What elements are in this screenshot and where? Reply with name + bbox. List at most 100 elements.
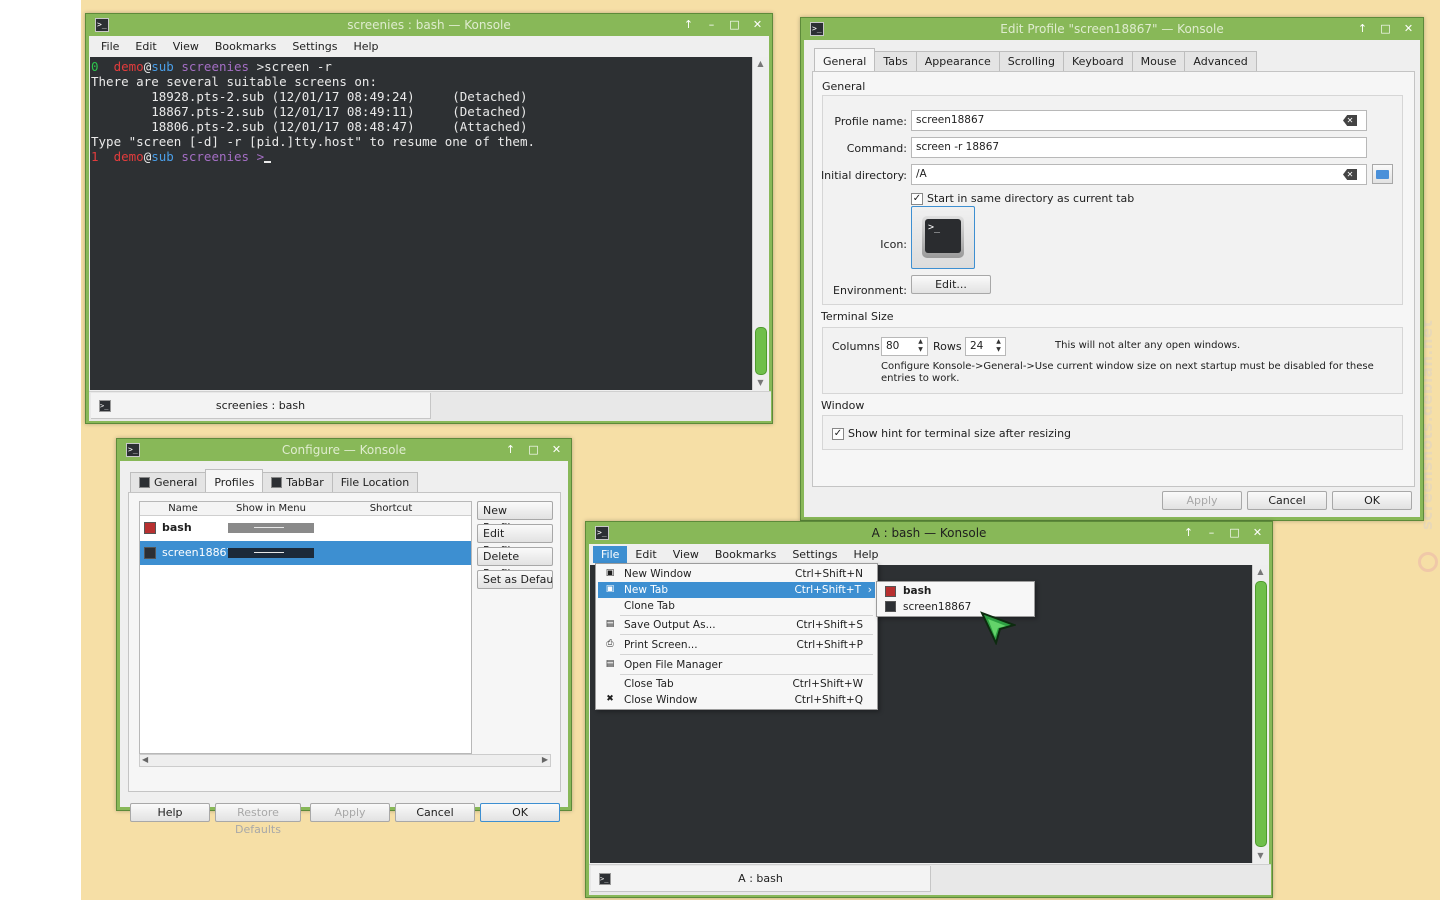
close-button[interactable]: ✕ <box>1400 21 1417 37</box>
menu-file[interactable]: File <box>593 545 628 563</box>
ok-button[interactable]: OK <box>480 803 560 822</box>
menu-bookmarks[interactable]: Bookmarks <box>707 546 784 563</box>
konsole-app-icon[interactable]: >_ <box>95 18 109 32</box>
minimize-button[interactable]: – <box>703 17 720 33</box>
konsole-app-icon[interactable]: >_ <box>810 22 824 36</box>
close-button[interactable]: ✕ <box>548 442 565 458</box>
restore-defaults-button[interactable]: Restore Defaults <box>215 803 301 836</box>
columns-spinbox[interactable]: 80 ▲ ▼ <box>881 337 928 356</box>
menu-item-clone-tab[interactable]: Clone Tab <box>598 598 875 614</box>
close-button[interactable]: ✕ <box>1249 525 1266 541</box>
environment-edit-button[interactable]: Edit... <box>911 275 991 294</box>
menu-edit[interactable]: Edit <box>127 38 164 55</box>
tab-profiles[interactable]: Profiles <box>205 469 264 492</box>
menu-help[interactable]: Help <box>345 38 386 55</box>
maximize-button[interactable]: □ <box>525 442 542 458</box>
menu-file[interactable]: File <box>93 38 127 55</box>
scroll-thumb[interactable] <box>755 327 767 375</box>
keep-above-button[interactable]: ↑ <box>1180 525 1197 541</box>
terminal-view[interactable]: 0 demo@sub screenies >screen -r There are… <box>90 57 752 390</box>
ok-button[interactable]: OK <box>1332 491 1412 510</box>
tab-general[interactable]: General <box>814 48 876 71</box>
maximize-button[interactable]: □ <box>726 17 743 33</box>
rows-spinbox[interactable]: 24 ▲ ▼ <box>965 337 1006 356</box>
set-default-button[interactable]: Set as Default <box>477 570 553 589</box>
submenu-item-bash[interactable]: bash <box>879 583 1032 599</box>
tab-advanced[interactable]: Advanced <box>1184 51 1257 71</box>
menu-settings[interactable]: Settings <box>284 38 345 55</box>
command-input[interactable]: screen -r 18867 <box>911 137 1367 158</box>
menu-edit[interactable]: Edit <box>627 546 664 563</box>
titlebar[interactable]: >_ A : bash — Konsole ↑ – □ ✕ <box>586 522 1272 544</box>
vertical-scrollbar[interactable]: ▲ ▼ <box>1252 565 1268 863</box>
scroll-down-arrow-icon[interactable]: ▼ <box>1253 849 1268 863</box>
titlebar[interactable]: >_ Configure — Konsole ↑ □ ✕ <box>117 439 571 461</box>
minimize-button[interactable]: – <box>1203 525 1220 541</box>
menu-item-close-tab[interactable]: Close Tab Ctrl+Shift+W <box>598 676 875 692</box>
tab-appearance[interactable]: Appearance <box>915 51 1000 71</box>
scroll-right-arrow-icon[interactable]: ▶ <box>542 755 548 764</box>
delete-profile-button[interactable]: Delete Profile <box>477 547 553 580</box>
tab-file-location[interactable]: File Location <box>331 472 419 492</box>
menu-view[interactable]: View <box>665 546 707 563</box>
tab-keyboard[interactable]: Keyboard <box>1062 51 1133 71</box>
browse-folder-button[interactable] <box>1372 164 1393 184</box>
profile-row-bash[interactable]: bash <box>140 516 471 540</box>
show-in-menu-toggle[interactable] <box>228 548 314 558</box>
menu-item-save-output[interactable]: ▤ Save Output As... Ctrl+Shift+S <box>598 617 875 633</box>
titlebar[interactable]: >_ Edit Profile "screen18867" — Konsole … <box>801 18 1423 40</box>
titlebar[interactable]: >_ screenies : bash — Konsole ↑ – □ ✕ <box>86 14 772 36</box>
konsole-app-icon[interactable]: >_ <box>126 443 140 457</box>
menu-item-close-window[interactable]: ✖ Close Window Ctrl+Shift+Q <box>598 692 875 708</box>
menu-item-new-window[interactable]: ▣ New Window Ctrl+Shift+N <box>598 566 875 582</box>
same-dir-checkbox[interactable]: ✓ <box>911 193 923 205</box>
profile-list[interactable]: Name Show in Menu Shortcut bash screen18… <box>139 501 472 754</box>
column-shortcut[interactable]: Shortcut <box>316 503 466 514</box>
help-button[interactable]: Help <box>130 803 210 822</box>
profile-name-input[interactable]: screen18867 <box>911 110 1367 131</box>
scroll-thumb[interactable] <box>1255 581 1267 847</box>
keep-above-button[interactable]: ↑ <box>502 442 519 458</box>
tab-general[interactable]: General <box>130 472 207 492</box>
scroll-left-arrow-icon[interactable]: ◀ <box>142 755 148 764</box>
menu-help[interactable]: Help <box>845 546 886 563</box>
close-button[interactable]: ✕ <box>749 17 766 33</box>
scroll-down-arrow-icon[interactable]: ▼ <box>753 376 768 390</box>
menu-item-print-screen[interactable]: ⎙ Print Screen... Ctrl+Shift+P <box>598 637 875 653</box>
menu-item-open-file-manager[interactable]: ▤ Open File Manager <box>598 657 875 673</box>
apply-button[interactable]: Apply <box>1162 491 1242 510</box>
scroll-up-arrow-icon[interactable]: ▲ <box>1253 565 1268 579</box>
menu-bookmarks[interactable]: Bookmarks <box>207 38 284 55</box>
show-in-menu-toggle[interactable] <box>228 523 314 533</box>
cancel-button[interactable]: Cancel <box>395 803 475 822</box>
initial-directory-input[interactable]: /A <box>911 164 1367 185</box>
vertical-scrollbar[interactable]: ▲ ▼ <box>752 57 768 390</box>
maximize-button[interactable]: □ <box>1377 21 1394 37</box>
icon-picker-button[interactable]: >_ <box>911 206 975 269</box>
session-tab[interactable]: >_ screenies : bash <box>91 393 431 419</box>
scroll-up-arrow-icon[interactable]: ▲ <box>753 57 768 71</box>
keep-above-button[interactable]: ↑ <box>680 17 697 33</box>
profile-row-screen18867[interactable]: screen18867 <box>140 541 471 565</box>
new-profile-button[interactable]: New Profile... <box>477 501 553 534</box>
column-show-in-menu[interactable]: Show in Menu <box>226 503 316 514</box>
session-tab[interactable]: >_ A : bash <box>591 866 931 892</box>
column-name[interactable]: Name <box>140 503 226 514</box>
konsole-app-icon[interactable]: >_ <box>595 526 609 540</box>
menu-settings[interactable]: Settings <box>784 546 845 563</box>
apply-button[interactable]: Apply <box>310 803 390 822</box>
edit-profile-button[interactable]: Edit Profile... <box>477 524 553 557</box>
keep-above-button[interactable]: ↑ <box>1354 21 1371 37</box>
horizontal-scrollbar[interactable]: ◀ ▶ <box>139 754 551 767</box>
show-hint-checkbox[interactable]: ✓ <box>832 428 844 440</box>
cancel-button[interactable]: Cancel <box>1247 491 1327 510</box>
menu-view[interactable]: View <box>165 38 207 55</box>
menu-item-new-tab[interactable]: ▣ New Tab Ctrl+Shift+T › <box>598 582 875 598</box>
tab-tabbar[interactable]: TabBar <box>262 472 333 492</box>
tab-tabs[interactable]: Tabs <box>874 51 917 71</box>
spin-arrows-icon[interactable]: ▲ ▼ <box>994 338 1003 355</box>
tab-mouse[interactable]: Mouse <box>1131 51 1186 71</box>
spin-arrows-icon[interactable]: ▲ ▼ <box>916 338 925 355</box>
tab-scrolling[interactable]: Scrolling <box>998 51 1064 71</box>
maximize-button[interactable]: □ <box>1226 525 1243 541</box>
